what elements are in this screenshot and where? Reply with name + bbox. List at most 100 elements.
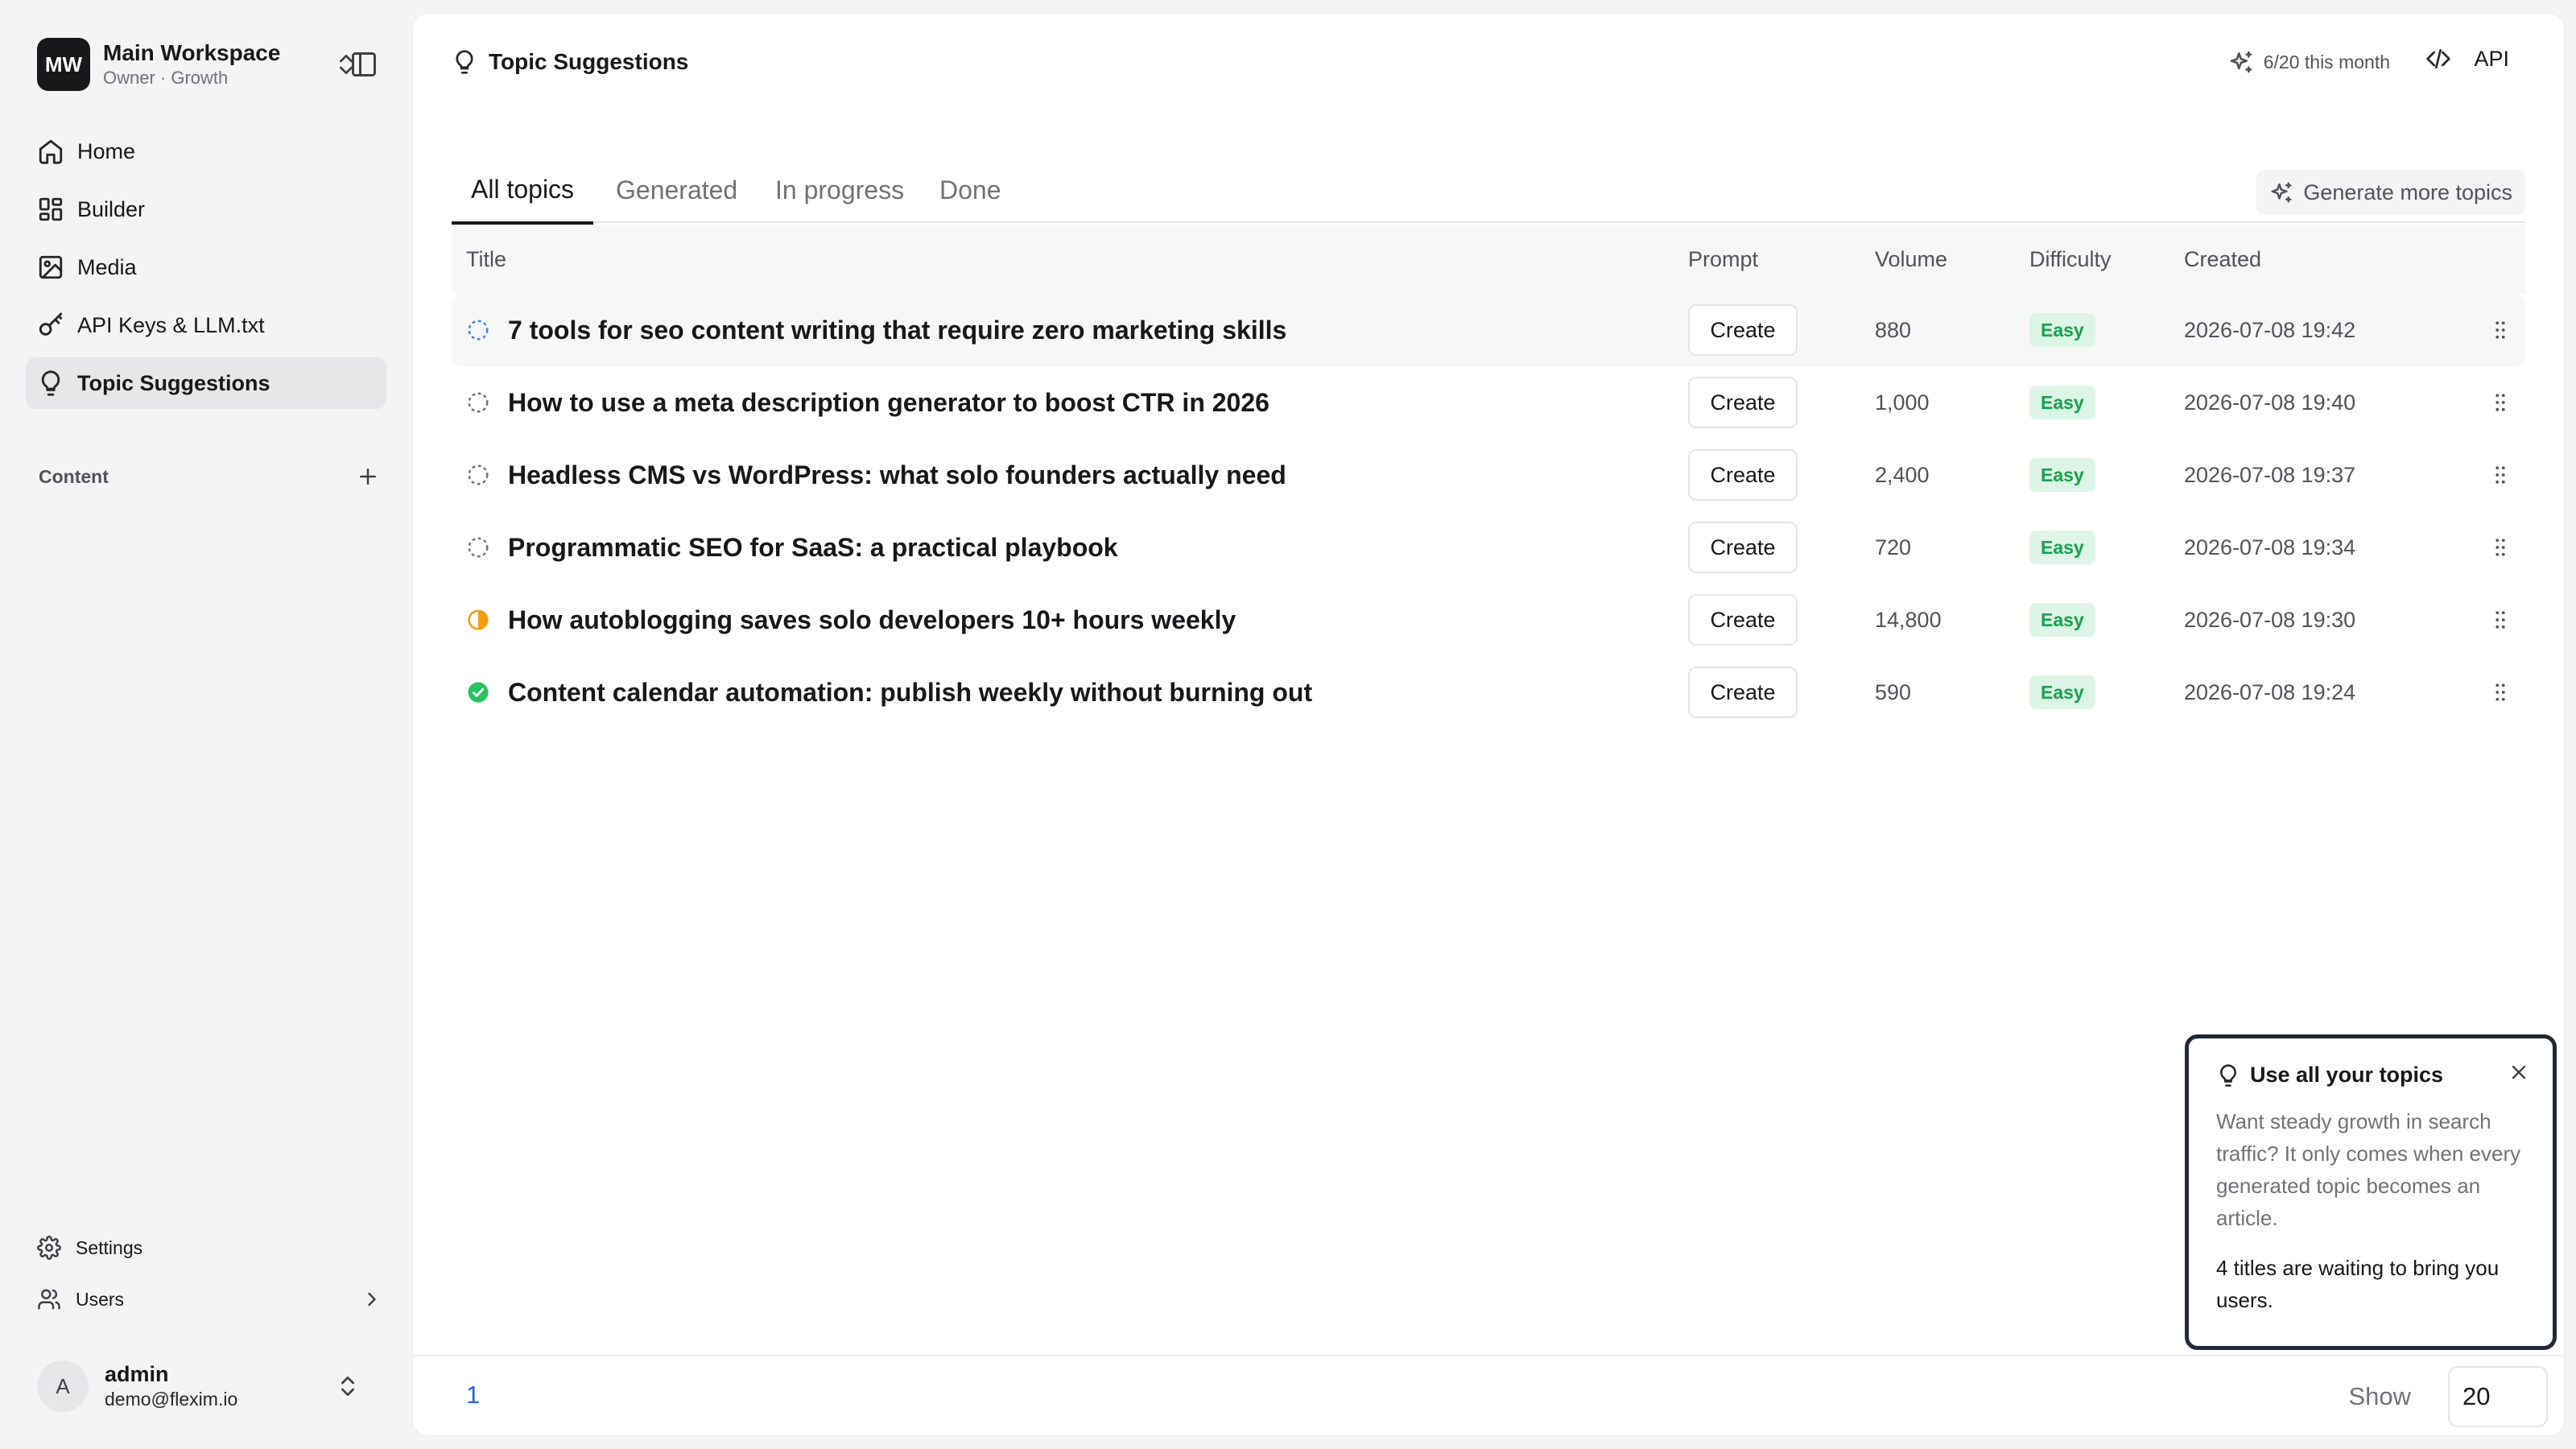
column-header-difficulty[interactable]: Difficulty bbox=[2029, 247, 2112, 272]
generate-label: Generate more topics bbox=[2303, 180, 2512, 204]
sidebar-toggle-icon[interactable] bbox=[349, 50, 378, 79]
difficulty-badge: Easy bbox=[2029, 386, 2095, 419]
created-cell: 2026-07-08 19:37 bbox=[2184, 462, 2356, 487]
sidebar-item-label: Topic Suggestions bbox=[77, 370, 270, 395]
create-button[interactable]: Create bbox=[1688, 667, 1798, 718]
generate-more-topics-button[interactable]: Generate more topics bbox=[2256, 170, 2525, 215]
topic-title[interactable]: Programmatic SEO for SaaS: a practical p… bbox=[508, 533, 1118, 563]
topic-title-cell: How to use a meta description generator … bbox=[466, 388, 1269, 418]
difficulty-cell: Easy bbox=[2029, 530, 2095, 564]
user-email: demo@flexim.io bbox=[105, 1389, 238, 1410]
table-row[interactable]: Content calendar automation: publish wee… bbox=[452, 656, 2525, 729]
prompt-cell: Create bbox=[1688, 449, 1798, 501]
topic-title[interactable]: Headless CMS vs WordPress: what solo fou… bbox=[508, 460, 1286, 490]
difficulty-badge: Easy bbox=[2029, 675, 2095, 709]
sidebar-item-builder[interactable]: Builder bbox=[26, 184, 386, 235]
topic-title[interactable]: How to use a meta description generator … bbox=[508, 388, 1269, 418]
topic-title-cell: Headless CMS vs WordPress: what solo fou… bbox=[466, 460, 1286, 490]
create-button[interactable]: Create bbox=[1688, 522, 1798, 573]
more-vertical-icon[interactable] bbox=[2488, 605, 2512, 634]
status-pending-icon bbox=[468, 537, 489, 558]
topics-table: Title Prompt Volume Difficulty Created 7… bbox=[452, 225, 2525, 729]
plus-icon[interactable] bbox=[356, 464, 380, 489]
workspace-name: Main Workspace bbox=[103, 40, 281, 65]
more-vertical-icon[interactable] bbox=[2488, 678, 2512, 707]
table-row[interactable]: 7 tools for seo content writing that req… bbox=[452, 294, 2525, 366]
grid-icon bbox=[39, 197, 63, 221]
created-cell: 2026-07-08 19:34 bbox=[2184, 535, 2356, 559]
volume-cell: 2,400 bbox=[1875, 462, 1930, 487]
user-text: admin demo@flexim.io bbox=[105, 1361, 335, 1411]
table-row[interactable]: Headless CMS vs WordPress: what solo fou… bbox=[452, 439, 2525, 511]
chevrons-up-down-icon bbox=[341, 1377, 354, 1396]
difficulty-cell: Easy bbox=[2029, 603, 2095, 637]
tab-done[interactable]: Done bbox=[920, 157, 1021, 223]
workspace-role: Owner · Growth bbox=[103, 68, 229, 88]
tab-generated[interactable]: Generated bbox=[597, 157, 757, 223]
workspace-switcher[interactable]: MW Main Workspace Owner · Growth bbox=[37, 35, 383, 93]
more-vertical-icon[interactable] bbox=[2488, 316, 2512, 345]
avatar: A bbox=[37, 1360, 89, 1412]
popup-footer: 4 titles are waiting to bring you users. bbox=[2216, 1256, 2500, 1312]
table-row[interactable]: Programmatic SEO for SaaS: a practical p… bbox=[452, 511, 2525, 584]
volume-cell: 880 bbox=[1875, 317, 1912, 342]
created-cell: 2026-07-08 19:42 bbox=[2184, 317, 2356, 342]
column-header-created[interactable]: Created bbox=[2184, 247, 2261, 272]
usage-counter: 6/20 this month bbox=[2228, 49, 2390, 75]
top-bar: Topic Suggestions 6/20 this month API bbox=[413, 14, 2564, 114]
prompt-cell: Create bbox=[1688, 304, 1798, 356]
sidebar-item-users[interactable]: Users bbox=[37, 1274, 383, 1325]
sidebar-item-settings[interactable]: Settings bbox=[37, 1222, 383, 1274]
sidebar-item-label: Builder bbox=[77, 196, 146, 221]
user-menu[interactable]: A admin demo@flexim.io bbox=[37, 1354, 383, 1418]
sidebar-item-label: Settings bbox=[76, 1236, 143, 1258]
sidebar-item-media[interactable]: Media bbox=[26, 242, 386, 293]
sidebar-item-api-keys[interactable]: API Keys & LLM.txt bbox=[26, 299, 386, 351]
create-button[interactable]: Create bbox=[1688, 304, 1798, 356]
created-cell: 2026-07-08 19:30 bbox=[2184, 607, 2356, 632]
image-icon bbox=[39, 255, 63, 279]
more-vertical-icon[interactable] bbox=[2488, 460, 2512, 489]
volume-cell: 14,800 bbox=[1875, 607, 1942, 632]
table-header: Title Prompt Volume Difficulty Created bbox=[452, 225, 2525, 294]
prompt-cell: Create bbox=[1688, 667, 1798, 718]
more-vertical-icon[interactable] bbox=[2488, 388, 2512, 417]
usage-text: 6/20 this month bbox=[2263, 51, 2390, 72]
topic-title[interactable]: Content calendar automation: publish wee… bbox=[508, 678, 1312, 708]
table-row[interactable]: How autoblogging saves solo developers 1… bbox=[452, 584, 2525, 656]
sidebar-item-topic-suggestions[interactable]: Topic Suggestions bbox=[26, 357, 386, 409]
page-size-input[interactable]: 20 bbox=[2448, 1366, 2548, 1427]
pagination-bar: 1 Show 20 bbox=[413, 1355, 2564, 1435]
popup-header: Use all your topics bbox=[2216, 1063, 2525, 1088]
sidebar-bottom-nav: Settings Users bbox=[37, 1222, 383, 1325]
table-row[interactable]: How to use a meta description generator … bbox=[452, 366, 2525, 439]
status-done-icon bbox=[468, 682, 489, 703]
topic-title[interactable]: How autoblogging saves solo developers 1… bbox=[508, 605, 1236, 635]
column-header-title[interactable]: Title bbox=[466, 247, 506, 272]
api-button[interactable]: API bbox=[2425, 46, 2509, 72]
api-label: API bbox=[2474, 46, 2509, 71]
gear-icon bbox=[37, 1236, 61, 1260]
page-title-text: Topic Suggestions bbox=[489, 49, 689, 74]
show-label: Show bbox=[2348, 1382, 2411, 1410]
topic-title[interactable]: 7 tools for seo content writing that req… bbox=[508, 316, 1286, 345]
difficulty-cell: Easy bbox=[2029, 386, 2095, 419]
difficulty-badge: Easy bbox=[2029, 603, 2095, 637]
column-header-volume[interactable]: Volume bbox=[1875, 247, 1947, 272]
create-button[interactable]: Create bbox=[1688, 377, 1798, 428]
close-icon[interactable] bbox=[2508, 1061, 2530, 1084]
users-icon bbox=[38, 1289, 60, 1310]
more-vertical-icon[interactable] bbox=[2488, 533, 2512, 562]
difficulty-cell: Easy bbox=[2029, 313, 2095, 347]
create-button[interactable]: Create bbox=[1688, 449, 1798, 501]
page-number[interactable]: 1 bbox=[466, 1381, 480, 1410]
tab-in-progress[interactable]: In progress bbox=[756, 157, 923, 223]
sidebar-item-home[interactable]: Home bbox=[26, 126, 386, 177]
column-header-prompt[interactable]: Prompt bbox=[1688, 247, 1758, 272]
chevron-right-icon bbox=[368, 1292, 376, 1307]
create-button[interactable]: Create bbox=[1688, 594, 1798, 646]
volume-cell: 590 bbox=[1875, 679, 1912, 704]
home-icon bbox=[39, 139, 63, 164]
sidebar-item-label: API Keys & LLM.txt bbox=[77, 312, 265, 337]
tab-all-topics[interactable]: All topics bbox=[452, 157, 594, 225]
